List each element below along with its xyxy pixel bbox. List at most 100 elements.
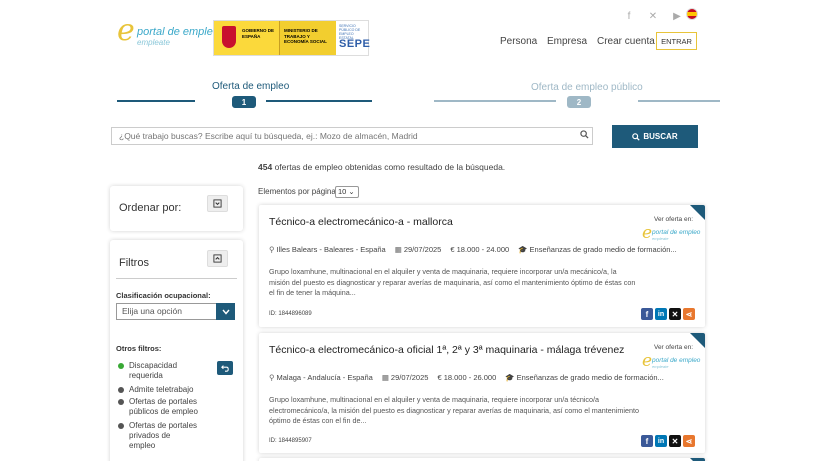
logo-title: portal de empleo: [137, 26, 219, 38]
chevron-down-icon: [216, 303, 235, 320]
location-pin-icon: ⚲: [269, 373, 275, 382]
nav-empresa[interactable]: Empresa: [547, 36, 587, 47]
search-icon[interactable]: [580, 130, 589, 141]
portal-empleo-logo[interactable]: e portal de empleo empleate: [117, 16, 219, 50]
tab-oferta-empleo-publico[interactable]: Oferta de empleo público: [531, 82, 643, 93]
classification-select[interactable]: Elija una opción: [116, 303, 235, 320]
logo-e-mark: e: [642, 223, 653, 243]
portal-empleo-logo[interactable]: e portal de empleo empleate: [642, 351, 700, 371]
items-per-page-label: Elementos por página: [258, 187, 336, 196]
x-share-icon[interactable]: ✕: [669, 308, 681, 320]
items-per-page-value: 10: [338, 187, 347, 196]
job-date: ▦ 29/07/2025: [381, 373, 429, 382]
job-salary: € 18.000 - 26.000: [437, 373, 497, 382]
job-id: ID: 1844895907: [269, 438, 312, 444]
sort-label: Ordenar por:: [119, 202, 182, 214]
job-salary: € 18.000 - 24.000: [450, 245, 510, 254]
logo-title: portal de empleo: [652, 357, 701, 364]
ver-oferta-label: Ver oferta en:: [653, 216, 693, 223]
graduation-cap-icon: 🎓: [518, 245, 528, 254]
x-share-icon[interactable]: ✕: [669, 435, 681, 447]
sort-toggle-button[interactable]: [207, 195, 228, 212]
results-text: ofertas de empleo obtenidas como resulta…: [274, 162, 506, 172]
filter-discapacidad[interactable]: Discapacidad requerida: [118, 361, 198, 381]
results-count: 454 ofertas de empleo obtenidas como res…: [258, 162, 505, 172]
logo-subtitle: empleate: [137, 38, 170, 47]
chevron-up-icon: [213, 254, 222, 263]
filter-dot-icon: [118, 423, 124, 429]
job-card[interactable]: Técnico-a electromecánico-a oficial 1ª, …: [259, 333, 705, 453]
sepe-block: SERVICIO PÚBLICO DE EMPLEO ESTATAL SEPE: [336, 21, 371, 55]
job-title[interactable]: Técnico-a electromecánico-a - mallorca: [269, 216, 453, 228]
undo-filter-button[interactable]: [217, 361, 233, 375]
step-1-line-left: [117, 100, 195, 102]
filter-teletrabajo[interactable]: Admite teletrabajo: [118, 385, 198, 395]
search-button-label: BUSCAR: [643, 132, 678, 141]
step-2-badge: 2: [567, 96, 591, 108]
filter-dot-icon: [118, 363, 124, 369]
filter-label: Admite teletrabajo: [129, 385, 194, 394]
facebook-share-icon[interactable]: f: [641, 435, 653, 447]
login-button[interactable]: ENTRAR: [656, 32, 697, 50]
linkedin-share-icon[interactable]: in: [655, 308, 667, 320]
job-meta: ⚲ Malaga - Andalucía - España ▦ 29/07/2025…: [269, 373, 664, 382]
ver-oferta-label: Ver oferta en:: [653, 344, 693, 351]
filter-label: Discapacidad requerida: [129, 361, 178, 380]
search-icon: [632, 132, 641, 141]
step-1-line-right: [266, 100, 372, 102]
job-description: Grupo loxamhune, multinacional en el alq…: [269, 395, 639, 425]
items-per-page-select[interactable]: 10 ⌄: [335, 186, 359, 198]
filter-portales-publicos[interactable]: Ofertas de portales públicos de empleo: [118, 397, 198, 417]
gov-text: GOBIERNO DE ESPAÑA: [242, 28, 275, 39]
search-input[interactable]: [111, 127, 593, 145]
calendar-icon: ▦: [394, 245, 402, 254]
job-date: ▦ 29/07/2025: [394, 245, 442, 254]
x-icon[interactable]: ✕: [648, 11, 658, 22]
undo-icon: [221, 365, 229, 372]
share-buttons: f in ✕ ⋖: [641, 435, 695, 447]
ministry-block: MINISTERIO DE TRABAJO Y ECONOMÍA SOCIAL: [280, 21, 336, 55]
job-card[interactable]: Técnico-a electromecánico-a - mallorca V…: [259, 205, 705, 327]
filter-label: Ofertas de portales privados de empleo: [129, 421, 198, 450]
job-location: ⚲ Malaga - Andalucía - España: [269, 373, 373, 382]
filters-label: Filtros: [119, 257, 149, 269]
graduation-cap-icon: 🎓: [505, 373, 515, 382]
job-meta: ⚲ Illes Balears - Baleares - España ▦ 29/0…: [269, 245, 677, 254]
youtube-icon[interactable]: ▶: [672, 11, 682, 22]
location-pin-icon: ⚲: [269, 245, 275, 254]
filter-dot-icon: [118, 399, 124, 405]
tab-oferta-empleo[interactable]: Oferta de empleo: [212, 81, 289, 92]
logo-title: portal de empleo: [652, 229, 701, 236]
share-buttons: f in ✕ ⋖: [641, 308, 695, 320]
nav-crear-cuenta[interactable]: Crear cuenta: [597, 36, 655, 47]
job-description: Grupo loxamhune, multinacional en el alq…: [269, 267, 636, 297]
portal-empleo-logo[interactable]: e portal de empleo empleate: [642, 223, 700, 243]
spain-flag-icon[interactable]: [686, 8, 698, 20]
classification-value: Elija una opción: [122, 306, 183, 316]
nav-persona[interactable]: Persona: [500, 36, 537, 47]
filter-portales-privados[interactable]: Ofertas de portales privados de empleo: [118, 421, 198, 451]
sepe-text: SEPE: [339, 38, 371, 50]
other-filters-label: Otros filtros:: [116, 344, 162, 353]
sort-panel: Ordenar por:: [110, 186, 243, 231]
logo-subtitle: empleate: [652, 364, 669, 369]
job-title[interactable]: Técnico-a electromecánico-a oficial 1ª, …: [269, 344, 624, 356]
share-icon[interactable]: ⋖: [683, 435, 695, 447]
filter-dot-icon: [118, 387, 124, 393]
coat-of-arms-icon: [222, 26, 236, 48]
facebook-icon[interactable]: f: [624, 11, 634, 22]
logo-e-mark: e: [642, 351, 653, 371]
results-number: 454: [258, 162, 273, 172]
government-logo[interactable]: GOBIERNO DE ESPAÑA MINISTERIO DE TRABAJO…: [213, 20, 371, 56]
filters-toggle-button[interactable]: [207, 250, 228, 267]
linkedin-share-icon[interactable]: in: [655, 435, 667, 447]
step-1-badge: 1: [232, 96, 256, 108]
social-links: f ✕ ▶: [624, 11, 682, 22]
search-button[interactable]: BUSCAR: [612, 125, 698, 148]
share-icon[interactable]: ⋖: [683, 308, 695, 320]
step-2-line-left: [434, 100, 556, 102]
calendar-icon: ▦: [381, 373, 389, 382]
job-education: 🎓 Enseñanzas de grado medio de formación.…: [518, 245, 677, 254]
filter-label: Ofertas de portales públicos de empleo: [129, 397, 198, 416]
facebook-share-icon[interactable]: f: [641, 308, 653, 320]
